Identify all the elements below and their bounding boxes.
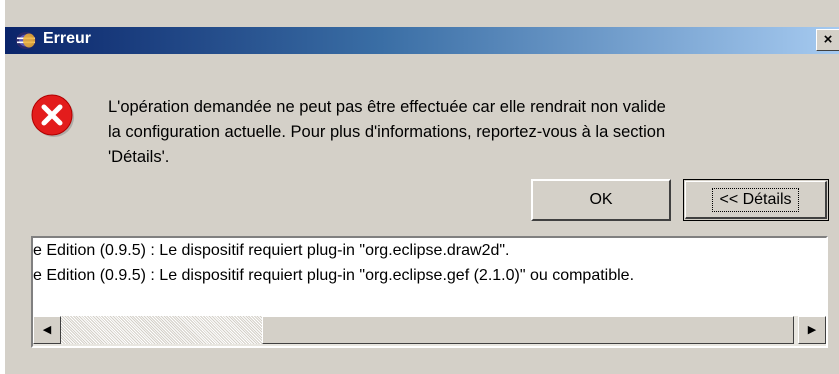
close-icon: × [823,31,833,48]
close-button[interactable]: × [816,29,839,51]
title-bar[interactable]: Erreur × [5,27,839,54]
details-line: e Edition (0.9.5) : Le dispositif requie… [33,267,635,284]
scroll-track[interactable] [61,316,262,344]
message-line: la configuration actuelle. Pour plus d'i… [108,123,666,141]
arrow-right-icon: ▶ [807,323,817,336]
scroll-left-button[interactable]: ◀ [33,316,61,344]
scroll-right-button[interactable]: ▶ [798,316,826,344]
details-button[interactable]: << Détails [683,179,829,221]
error-dialog: Erreur × L'opération demandée ne peut pa… [4,0,839,374]
horizontal-scrollbar[interactable]: ◀ ▶ [33,316,826,346]
eclipse-icon [15,31,37,50]
message-line: 'Détails'. [108,148,170,166]
details-button-label: << Détails [712,187,799,212]
scroll-thumb[interactable] [262,316,794,344]
window-title: Erreur [43,30,92,47]
ok-button[interactable]: OK [531,179,671,221]
ok-button-label: OK [589,191,613,208]
message-line: L'opération demandée ne peut pas être ef… [108,98,666,116]
details-line: e Edition (0.9.5) : Le dispositif requie… [33,242,510,259]
details-list[interactable]: e Edition (0.9.5) : Le dispositif requie… [31,236,828,348]
arrow-left-icon: ◀ [42,323,52,336]
error-message: L'opération demandée ne peut pas être ef… [108,95,828,170]
details-button-face: << Détails [685,181,827,219]
error-icon [31,94,75,138]
